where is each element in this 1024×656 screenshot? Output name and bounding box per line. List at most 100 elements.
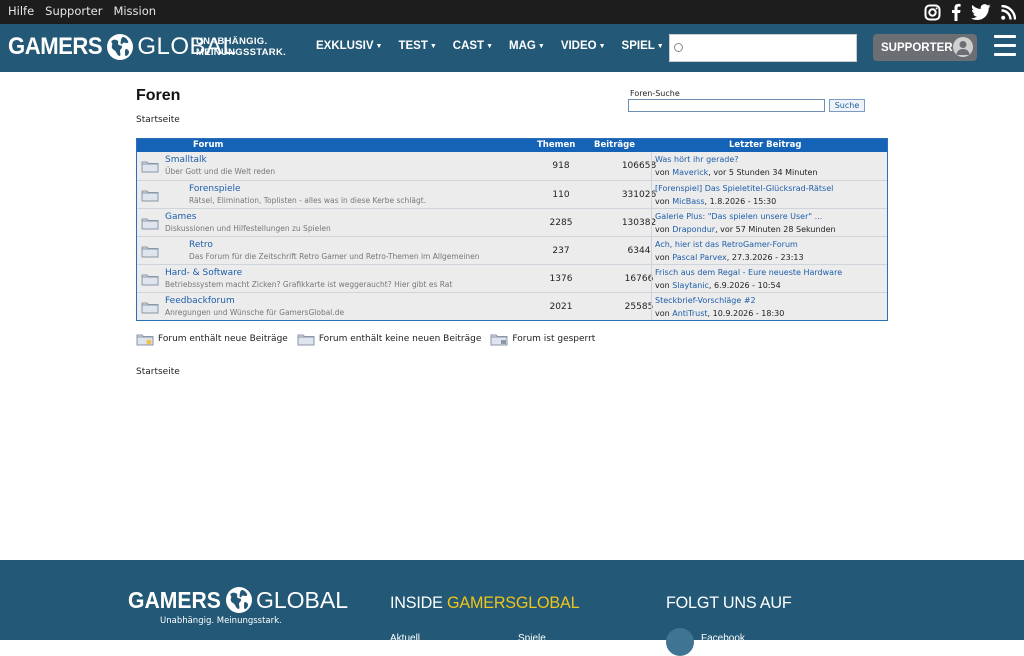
last-post-link[interactable]: Galerie Plus: "Das spielen unsere User" … [655, 212, 822, 221]
last-post-link[interactable]: Steckbrief-Vorschläge #2 [655, 296, 756, 305]
table-row: Hard- & Software Betriebssystem macht Zic… [137, 264, 887, 292]
forum-title-link[interactable]: Forenspiele [189, 184, 241, 194]
nav-cast[interactable]: CAST ▼ [453, 40, 493, 52]
column-divider [651, 181, 652, 208]
nav-video[interactable]: VIDEO ▼ [561, 40, 606, 52]
supporter-button[interactable]: SUPPORTER [873, 34, 977, 61]
last-post-user-link[interactable]: Pascal Parvex [672, 253, 727, 262]
last-post-meta: von AntiTrust, 10.9.2026 - 18:30 [655, 309, 784, 318]
forum-rows: Smalltalk Über Gott und die Welt reden 918… [137, 152, 887, 320]
instagram-icon[interactable] [924, 4, 941, 21]
last-post-link[interactable]: Ach, hier ist das RetroGamer-Forum [655, 240, 798, 249]
forum-title-link[interactable]: Smalltalk [165, 155, 207, 165]
supporter-link[interactable]: Supporter [45, 4, 102, 18]
site-search-input[interactable] [669, 34, 857, 62]
forum-title-link[interactable]: Games [165, 212, 196, 222]
folder-icon [297, 334, 315, 346]
slogan: UNABHÄNGIG. MEINUNGSSTARK. [196, 36, 286, 58]
legend-new: Forum enthält neue Beiträge [136, 332, 288, 346]
chevron-down-icon: ▼ [656, 42, 664, 50]
folder-icon [141, 274, 159, 286]
nav-label: SPIEL [621, 40, 655, 52]
topic-count: 2285 [549, 218, 573, 228]
globe-icon [107, 34, 134, 60]
forum-description: Rätsel, Elimination, Toplisten - alles w… [189, 196, 427, 205]
last-post-link[interactable]: Was hört ihr gerade? [655, 155, 739, 164]
by-label: von [655, 225, 670, 234]
search-icon [674, 43, 683, 52]
last-post-link[interactable]: [Forenspiel] Das Spieletitel-Glücksrad-R… [655, 184, 833, 193]
chevron-down-icon: ▼ [537, 42, 545, 50]
forum-title-link[interactable]: Hard- & Software [165, 268, 242, 278]
nav-spiel[interactable]: SPIEL ▼ [622, 40, 664, 52]
last-post-meta: von Pascal Parvex, 27.3.2026 - 23:13 [655, 253, 804, 262]
nav-label: MAG [509, 40, 536, 52]
nav-test[interactable]: TEST ▼ [398, 40, 436, 52]
nav-mag[interactable]: MAG ▼ [509, 40, 545, 52]
forum-search-button[interactable]: Suche [829, 99, 865, 112]
chevron-down-icon: ▼ [598, 42, 606, 50]
by-label: von [655, 168, 670, 177]
footer-facebook-link[interactable]: Facebook [701, 633, 745, 644]
forum-title-link[interactable]: Retro [189, 240, 213, 250]
last-post-user-link[interactable]: AntiTrust [672, 309, 707, 318]
breadcrumb[interactable]: Startseite [136, 115, 180, 125]
last-post-time: , 1.8.2026 - 15:30 [704, 197, 777, 206]
chevron-down-icon: ▼ [486, 42, 494, 50]
col-topics: Themen [537, 140, 576, 150]
last-post-time: , vor 57 Minuten 28 Sekunden [715, 225, 836, 234]
user-avatar-icon [953, 37, 973, 57]
last-post-link[interactable]: Frisch aus dem Regal - Eure neueste Hard… [655, 268, 842, 277]
forum-title-link[interactable]: Feedbackforum [165, 296, 235, 306]
forum-description: Über Gott und die Welt reden [165, 167, 276, 176]
nav-label: VIDEO [560, 40, 597, 52]
last-post-user-link[interactable]: Slaytanic [672, 281, 709, 290]
nav-label: EXKLUSIV [316, 40, 374, 52]
legend-no-new: Forum enthält keine neuen Beiträge [297, 332, 481, 346]
forum-search-input[interactable] [628, 99, 825, 112]
folder-icon [141, 161, 159, 173]
folder-locked-icon [490, 334, 508, 346]
footer-inside-heading: INSIDE GAMERSGLOBAL [390, 593, 580, 613]
slogan-line1: UNABHÄNGIG. [196, 36, 268, 47]
last-post-user-link[interactable]: MicBass [672, 197, 704, 206]
col-last-post: Letzter Beitrag [729, 140, 802, 150]
mission-link[interactable]: Mission [113, 4, 156, 18]
by-label: von [655, 197, 670, 206]
table-row: Smalltalk Über Gott und die Welt reden 918… [137, 152, 887, 180]
col-posts: Beiträge [594, 140, 635, 150]
folder-icon [141, 302, 159, 314]
last-post-user-link[interactable]: Maverick [672, 168, 708, 177]
facebook-icon[interactable] [951, 3, 961, 21]
footer-logo-left: GAMERS [128, 586, 221, 613]
folder-new-icon [136, 334, 154, 346]
breadcrumb-bottom[interactable]: Startseite [136, 367, 180, 377]
topic-count: 110 [552, 190, 570, 200]
rss-icon[interactable] [1001, 4, 1016, 20]
social-links [924, 3, 1016, 21]
footer-logo[interactable]: GAMERS GLOBAL [128, 586, 348, 614]
table-row: Feedbackforum Anregungen und Wünsche für … [137, 292, 887, 320]
help-link[interactable]: Hilfe [8, 4, 34, 18]
logo-text-left: GAMERS [8, 33, 103, 60]
twitter-icon[interactable] [971, 3, 991, 21]
nav-label: CAST [452, 40, 485, 52]
slogan-line2: MEINUNGSSTARK. [196, 47, 287, 58]
topic-count: 2021 [549, 302, 573, 312]
footer-link-aktuell[interactable]: Aktuell [390, 633, 420, 644]
footer-logo-right: GLOBAL [255, 586, 348, 613]
chevron-down-icon: ▼ [375, 42, 383, 50]
inside-yellow: GAMERSGLOBAL [447, 593, 580, 612]
menu-icon[interactable] [994, 35, 1016, 59]
nav-exklusiv[interactable]: EXKLUSIV ▼ [316, 40, 382, 52]
footer-link-spiele[interactable]: Spiele [518, 633, 546, 644]
nav-label: TEST [398, 40, 428, 52]
last-post-user-link[interactable]: Drapondur [672, 225, 715, 234]
facebook-icon[interactable] [666, 628, 694, 656]
legend-new-label: Forum enthält neue Beiträge [158, 334, 288, 344]
last-post-meta: von MicBass, 1.8.2026 - 15:30 [655, 197, 776, 206]
column-divider [651, 237, 652, 264]
site-header: GAMERS GLOBAL UNABHÄNGIG. MEINUNGSSTARK.… [0, 24, 1024, 72]
col-forum: Forum [193, 140, 224, 150]
last-post-time: , vor 5 Stunden 34 Minuten [708, 168, 818, 177]
